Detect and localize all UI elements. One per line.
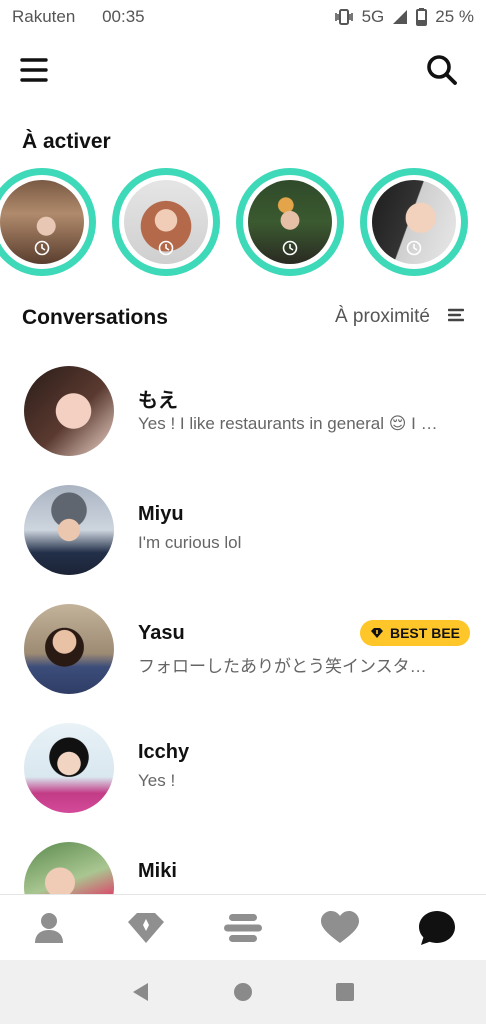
diamond-badge-icon bbox=[370, 628, 383, 638]
conversations-title: Conversations bbox=[22, 306, 168, 329]
conversation-list[interactable]: もえ Yes ! I like restaurants in general 😌… bbox=[0, 360, 486, 894]
home-icon[interactable] bbox=[223, 972, 263, 1012]
heart-icon[interactable] bbox=[310, 903, 370, 953]
sort-label: À proximité bbox=[334, 306, 430, 327]
signal-icon bbox=[392, 9, 408, 25]
carrier-label: Rakuten bbox=[12, 7, 76, 26]
conversation-preview: Yes ! I like restaurants in general 😌 I … bbox=[138, 414, 438, 433]
conversation-name: Miyu bbox=[138, 503, 184, 525]
hamburger-menu-icon[interactable] bbox=[20, 56, 50, 84]
conversation-row[interactable]: もえ Yes ! I like restaurants in general 😌… bbox=[0, 360, 486, 479]
diamond-icon[interactable] bbox=[116, 903, 176, 953]
sort-button[interactable]: À proximité bbox=[334, 306, 465, 328]
clock-icon bbox=[406, 240, 422, 256]
avatar bbox=[372, 180, 456, 264]
avatar bbox=[24, 485, 114, 575]
clock-icon bbox=[282, 240, 298, 256]
story-avatar-1[interactable] bbox=[0, 168, 96, 276]
conversation-name: Icchy bbox=[138, 741, 190, 763]
vibrate-icon bbox=[334, 9, 354, 25]
discover-icon[interactable] bbox=[213, 903, 273, 953]
clock-icon bbox=[158, 240, 174, 256]
bottom-tab-bar bbox=[0, 894, 486, 960]
conversation-preview: Yes ! bbox=[138, 771, 176, 790]
story-carousel[interactable] bbox=[0, 168, 486, 278]
back-icon[interactable] bbox=[121, 972, 161, 1012]
search-icon[interactable] bbox=[426, 54, 460, 88]
avatar bbox=[24, 723, 114, 813]
conversation-row[interactable]: Icchy Yes ! bbox=[0, 717, 486, 836]
story-avatar-2[interactable] bbox=[112, 168, 220, 276]
avatar bbox=[0, 180, 84, 264]
avatar bbox=[124, 180, 208, 264]
top-bar bbox=[0, 46, 486, 94]
conversation-name: もえ bbox=[138, 390, 178, 412]
conversation-preview: I'm curious lol bbox=[138, 533, 242, 552]
avatar bbox=[24, 842, 114, 894]
story-avatar-4[interactable] bbox=[360, 168, 468, 276]
clock-icon bbox=[34, 240, 50, 256]
conversation-row[interactable]: Miki bbox=[0, 836, 486, 894]
status-bar: Rakuten 00:35 5G 25 % bbox=[0, 0, 486, 34]
avatar bbox=[24, 604, 114, 694]
system-navigation-bar bbox=[0, 960, 486, 1024]
conversation-name: Yasu bbox=[138, 622, 185, 644]
badge-label: BEST BEE bbox=[389, 625, 460, 641]
chat-icon[interactable] bbox=[407, 903, 467, 953]
conversation-row[interactable]: Miyu I'm curious lol bbox=[0, 479, 486, 598]
clock-time: 00:35 bbox=[102, 7, 145, 26]
recents-icon[interactable] bbox=[325, 972, 365, 1012]
avatar bbox=[24, 366, 114, 456]
story-avatar-3[interactable] bbox=[236, 168, 344, 276]
profile-icon[interactable] bbox=[19, 903, 79, 953]
best-bee-badge: BEST BEE bbox=[359, 620, 470, 646]
sort-lines-icon bbox=[447, 306, 465, 328]
battery-icon bbox=[416, 8, 428, 26]
battery-level: 25 % bbox=[435, 7, 474, 26]
activate-section-title: À activer bbox=[22, 130, 111, 153]
conversation-preview: フォローしたありがとう笑インスタ… bbox=[138, 657, 427, 676]
network-label: 5G bbox=[361, 7, 385, 26]
conversation-row[interactable]: Yasu BEST BEE フォローしたありがとう笑インスタ… bbox=[0, 598, 486, 717]
avatar bbox=[248, 180, 332, 264]
conversation-name: Miki bbox=[138, 860, 177, 882]
